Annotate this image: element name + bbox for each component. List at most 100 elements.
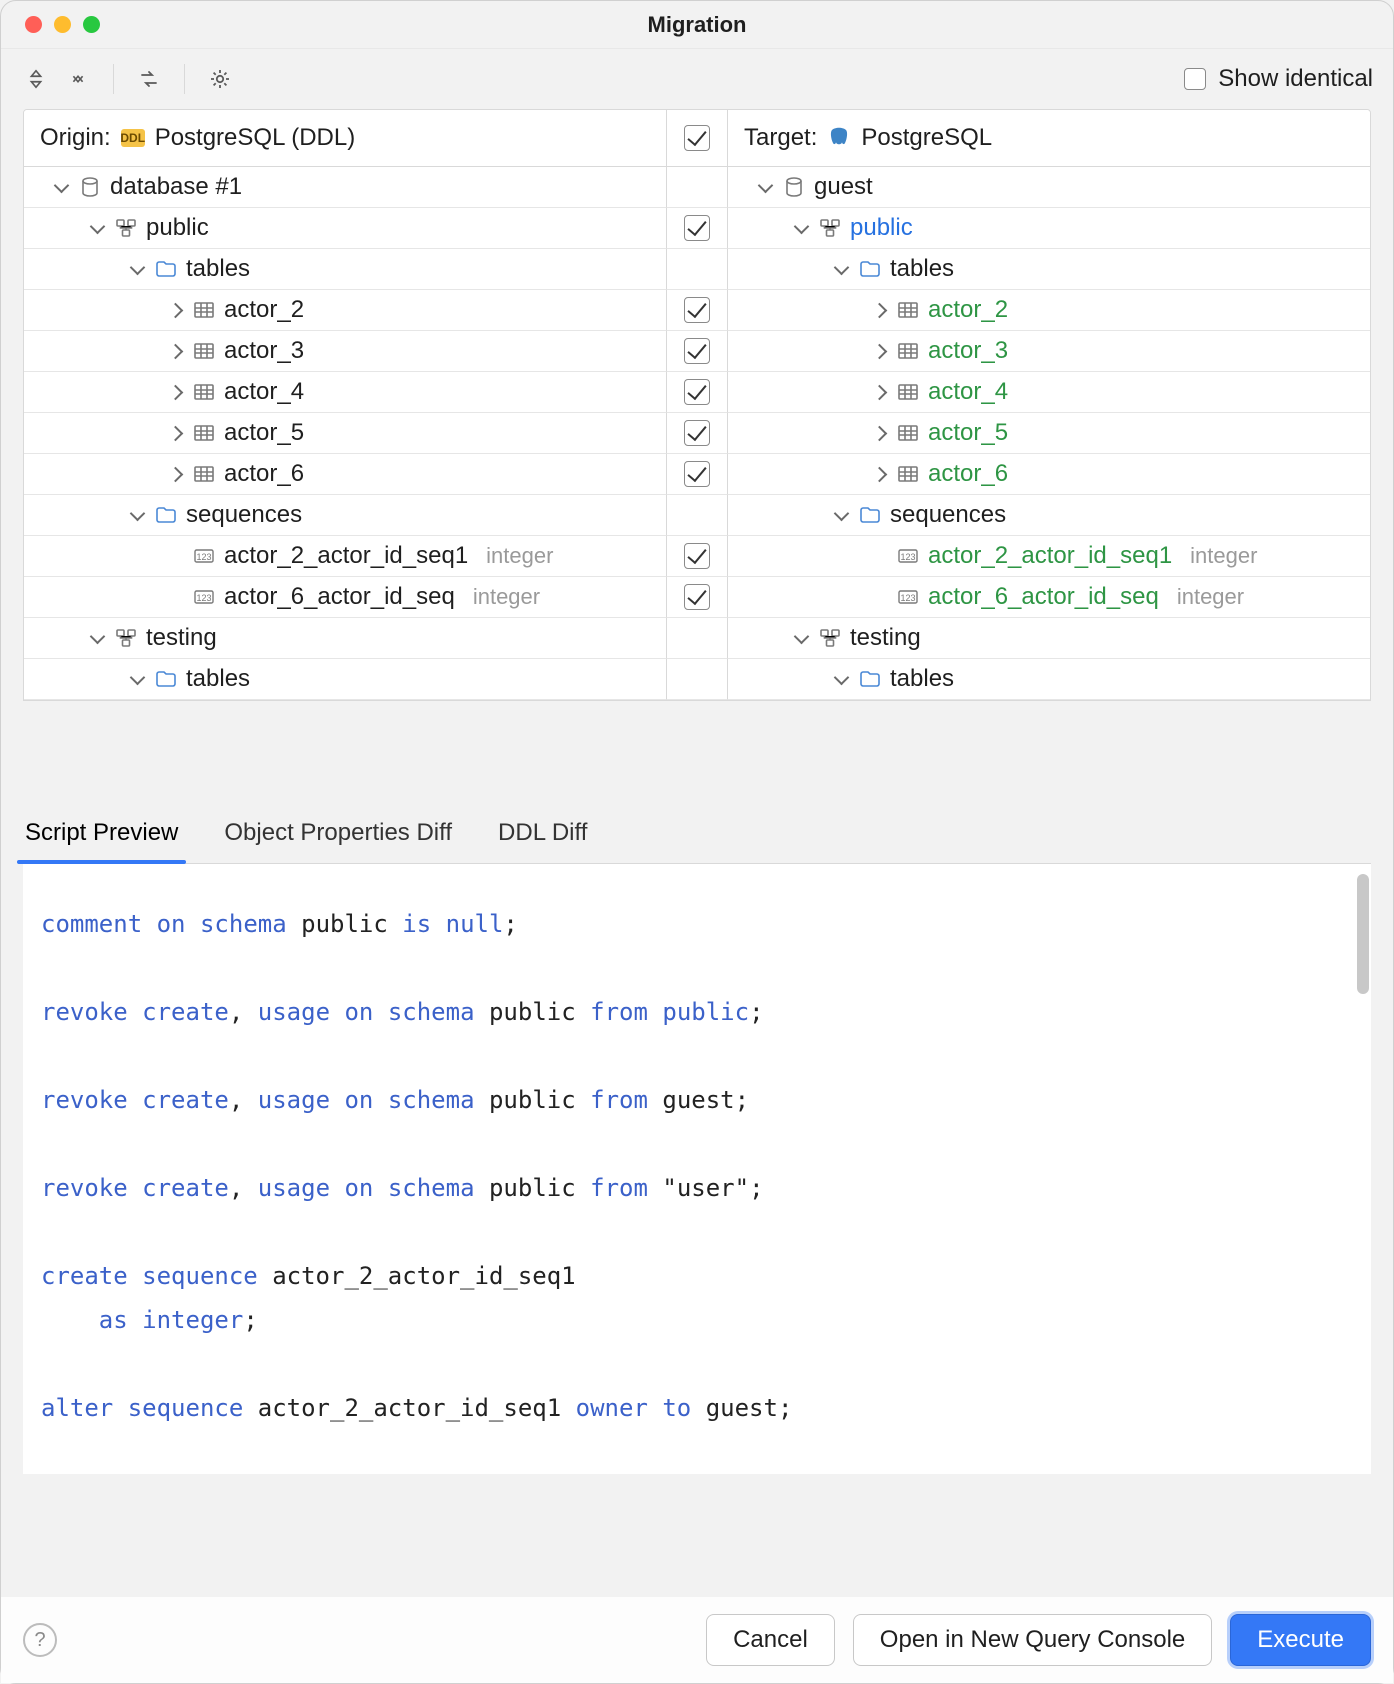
- row-checkbox[interactable]: [684, 584, 710, 610]
- row-checkbox-cell[interactable]: [666, 249, 728, 290]
- tree-cell[interactable]: actor_5: [24, 413, 666, 454]
- row-checkbox[interactable]: [684, 338, 710, 364]
- row-checkbox[interactable]: [684, 215, 710, 241]
- tree-cell[interactable]: public: [728, 208, 1370, 249]
- settings-button[interactable]: [205, 64, 235, 94]
- maximize-window-button[interactable]: [83, 16, 100, 33]
- chevron-down-icon[interactable]: [832, 670, 850, 688]
- script-preview-pane: comment on schema public is null; revoke…: [23, 864, 1371, 1474]
- tree-cell[interactable]: tables: [728, 249, 1370, 290]
- tree-cell[interactable]: 123actor_6_actor_id_seqinteger: [728, 577, 1370, 618]
- tree-cell[interactable]: database #1: [24, 167, 666, 208]
- chevron-down-icon[interactable]: [88, 219, 106, 237]
- tree-cell[interactable]: tables: [728, 659, 1370, 700]
- chevron-down-icon[interactable]: [88, 629, 106, 647]
- postgresql-icon: [827, 126, 851, 150]
- chevron-down-icon[interactable]: [792, 219, 810, 237]
- collapse-all-button[interactable]: [63, 64, 93, 94]
- schema-icon: [114, 216, 138, 240]
- tree-cell[interactable]: 123actor_2_actor_id_seq1integer: [728, 536, 1370, 577]
- tree-cell[interactable]: actor_3: [728, 331, 1370, 372]
- chevron-down-icon[interactable]: [832, 506, 850, 524]
- row-checkbox-cell[interactable]: [666, 659, 728, 700]
- chevron-down-icon[interactable]: [792, 629, 810, 647]
- chevron-right-icon[interactable]: [870, 301, 888, 319]
- row-checkbox[interactable]: [684, 297, 710, 323]
- tree-label: testing: [850, 624, 921, 652]
- chevron-right-icon[interactable]: [166, 301, 184, 319]
- show-identical-toggle[interactable]: Show identical: [1184, 65, 1373, 93]
- tab-script-preview[interactable]: Script Preview: [23, 809, 180, 863]
- tree-cell[interactable]: actor_6: [728, 454, 1370, 495]
- row-checkbox[interactable]: [684, 379, 710, 405]
- row-checkbox-cell[interactable]: [666, 372, 728, 413]
- minimize-window-button[interactable]: [54, 16, 71, 33]
- tree-cell[interactable]: sequences: [728, 495, 1370, 536]
- scrollbar-thumb[interactable]: [1357, 874, 1369, 994]
- tree-cell[interactable]: sequences: [24, 495, 666, 536]
- chevron-down-icon[interactable]: [52, 178, 70, 196]
- chevron-right-icon[interactable]: [870, 424, 888, 442]
- row-checkbox-cell[interactable]: [666, 577, 728, 618]
- chevron-right-icon[interactable]: [166, 342, 184, 360]
- row-checkbox[interactable]: [684, 461, 710, 487]
- titlebar: Migration: [1, 1, 1393, 49]
- open-in-console-button[interactable]: Open in New Query Console: [853, 1614, 1212, 1666]
- tree-cell[interactable]: actor_4: [24, 372, 666, 413]
- tree-cell[interactable]: 123actor_2_actor_id_seq1integer: [24, 536, 666, 577]
- row-checkbox-cell[interactable]: [666, 413, 728, 454]
- chevron-down-icon[interactable]: [128, 260, 146, 278]
- tree-cell[interactable]: tables: [24, 659, 666, 700]
- tree-cell[interactable]: public: [24, 208, 666, 249]
- chevron-down-icon[interactable]: [756, 178, 774, 196]
- tree-cell[interactable]: actor_4: [728, 372, 1370, 413]
- cancel-button[interactable]: Cancel: [706, 1614, 835, 1666]
- row-checkbox-cell[interactable]: [666, 536, 728, 577]
- tree-cell[interactable]: testing: [728, 618, 1370, 659]
- row-checkbox-cell[interactable]: [666, 290, 728, 331]
- select-all-checkbox[interactable]: [684, 125, 710, 151]
- row-checkbox[interactable]: [684, 420, 710, 446]
- chevron-none: [166, 547, 184, 565]
- chevron-right-icon[interactable]: [166, 383, 184, 401]
- chevron-down-icon[interactable]: [832, 260, 850, 278]
- swap-button[interactable]: [134, 64, 164, 94]
- expand-all-button[interactable]: [21, 64, 51, 94]
- row-checkbox-cell[interactable]: [666, 331, 728, 372]
- tree-cell[interactable]: actor_6: [24, 454, 666, 495]
- row-checkbox-cell[interactable]: [666, 454, 728, 495]
- tree-cell[interactable]: actor_2: [728, 290, 1370, 331]
- chevron-down-icon[interactable]: [128, 506, 146, 524]
- row-checkbox-cell[interactable]: [666, 495, 728, 536]
- row-checkbox-cell[interactable]: [666, 167, 728, 208]
- tree-cell[interactable]: actor_2: [24, 290, 666, 331]
- tree-cell[interactable]: guest: [728, 167, 1370, 208]
- origin-label: Origin:: [40, 124, 111, 152]
- chevron-right-icon[interactable]: [166, 465, 184, 483]
- chevron-right-icon[interactable]: [166, 424, 184, 442]
- show-identical-checkbox[interactable]: [1184, 68, 1206, 90]
- tree-cell[interactable]: actor_5: [728, 413, 1370, 454]
- tab-ddl-diff[interactable]: DDL Diff: [496, 809, 589, 863]
- table-icon: [896, 298, 920, 322]
- script-preview-code[interactable]: comment on schema public is null; revoke…: [23, 888, 1371, 1474]
- tree-cell[interactable]: tables: [24, 249, 666, 290]
- execute-button[interactable]: Execute: [1230, 1614, 1371, 1666]
- chevron-right-icon[interactable]: [870, 383, 888, 401]
- chevron-down-icon[interactable]: [128, 670, 146, 688]
- tab-object-properties-diff[interactable]: Object Properties Diff: [222, 809, 454, 863]
- help-button[interactable]: ?: [23, 1623, 57, 1657]
- chevron-right-icon[interactable]: [870, 342, 888, 360]
- target-name: PostgreSQL: [861, 124, 992, 152]
- header-checkbox-cell[interactable]: [666, 110, 728, 167]
- row-checkbox[interactable]: [684, 543, 710, 569]
- chevron-right-icon[interactable]: [870, 465, 888, 483]
- tree-cell[interactable]: actor_3: [24, 331, 666, 372]
- target-header: Target: PostgreSQL: [728, 110, 1370, 167]
- row-checkbox-cell[interactable]: [666, 618, 728, 659]
- tree-cell[interactable]: testing: [24, 618, 666, 659]
- tree-cell[interactable]: 123actor_6_actor_id_seqinteger: [24, 577, 666, 618]
- close-window-button[interactable]: [25, 16, 42, 33]
- folder-icon: [858, 503, 882, 527]
- row-checkbox-cell[interactable]: [666, 208, 728, 249]
